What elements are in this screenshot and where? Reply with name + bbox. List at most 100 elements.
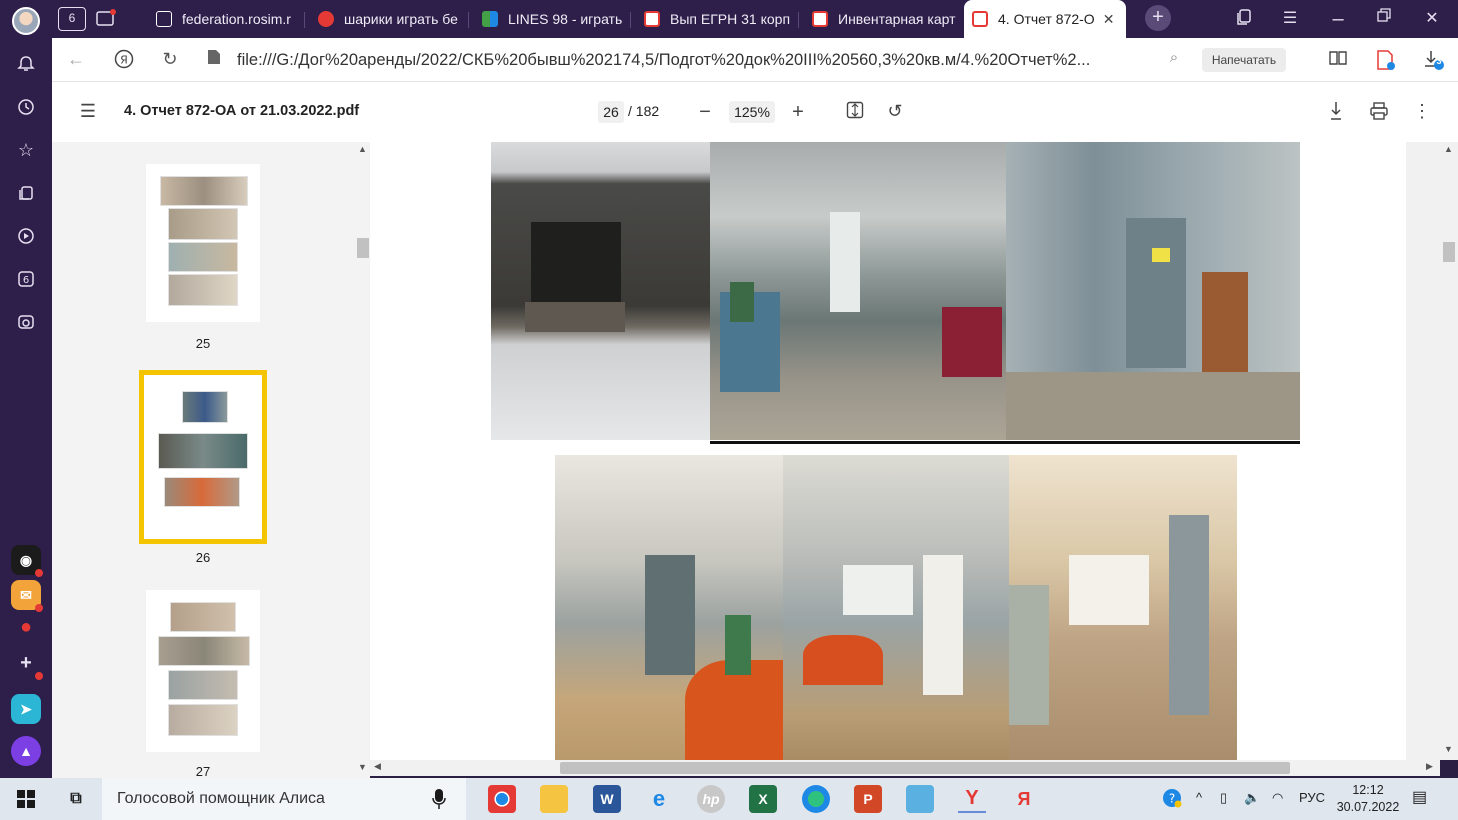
- help-icon[interactable]: ?: [1162, 788, 1182, 811]
- chrome-icon[interactable]: [488, 785, 516, 813]
- print-icon[interactable]: [1367, 101, 1391, 123]
- voice-assistant-search[interactable]: Голосовой помощник Алиса: [102, 778, 466, 820]
- scroll-up-icon[interactable]: ▲: [1444, 144, 1453, 154]
- hp-icon[interactable]: hp: [697, 785, 725, 813]
- address-bar: ← Я ↻ file:///G:/Дог%20аренды/2022/СКБ%2…: [52, 38, 1458, 82]
- tab-label: шарики играть бе: [344, 11, 458, 27]
- search-page-icon[interactable]: ⌕: [1162, 49, 1186, 71]
- print-button[interactable]: Напечатать: [1202, 48, 1286, 72]
- fit-page-icon[interactable]: [843, 101, 867, 123]
- yandex-browser-icon[interactable]: Y: [958, 785, 986, 813]
- document-vertical-scrollbar[interactable]: ▲ ▼: [1440, 142, 1458, 760]
- mail-app-icon[interactable]: ✉: [11, 580, 43, 612]
- language-indicator[interactable]: РУС: [1299, 790, 1325, 805]
- scrollbar-thumb[interactable]: [357, 238, 369, 258]
- notifications-icon[interactable]: ▤: [1412, 787, 1427, 807]
- thumbnails-scrollbar[interactable]: ▲ ▼: [354, 142, 370, 778]
- more-options-icon[interactable]: ⋮: [1410, 101, 1434, 123]
- zoom-out-minus-icon[interactable]: −: [693, 101, 717, 123]
- tab-report-active[interactable]: 4. Отчет 872-О ✕: [964, 0, 1126, 38]
- photos-app-icon[interactable]: [906, 785, 934, 813]
- screenshot-camera-icon[interactable]: [12, 308, 40, 336]
- show-hidden-icons-chevron-icon[interactable]: ^: [1196, 790, 1202, 805]
- pdf-favicon-icon: [812, 11, 828, 27]
- tab-counter-button[interactable]: 6: [58, 7, 86, 31]
- tab-shariki[interactable]: шарики играть бе: [310, 4, 462, 34]
- tab-label: Вып ЕГРН 31 корп: [670, 11, 791, 27]
- scroll-down-icon[interactable]: ▼: [358, 762, 367, 772]
- scroll-right-icon[interactable]: ▶: [1426, 761, 1433, 772]
- alice-assistant-icon[interactable]: ▲: [11, 736, 41, 766]
- scrollbar-thumb[interactable]: [560, 762, 1290, 774]
- tab-federation[interactable]: federation.rosim.r: [148, 4, 298, 34]
- lines-game-favicon-icon: [482, 11, 498, 27]
- thumbnail-page-25[interactable]: [146, 164, 260, 322]
- windows-start-icon[interactable]: [12, 785, 40, 813]
- bookmarks-star-icon[interactable]: ☆: [12, 136, 40, 164]
- reload-icon[interactable]: ↻: [158, 49, 182, 71]
- file-page-icon: [202, 49, 226, 71]
- new-tab-plus-icon[interactable]: +: [1145, 5, 1171, 31]
- task-view-icon[interactable]: ⧉: [62, 785, 90, 813]
- zoom-in-plus-icon[interactable]: +: [786, 101, 810, 123]
- powerpoint-icon[interactable]: P: [854, 785, 882, 813]
- minimize-icon[interactable]: –: [1326, 8, 1350, 30]
- system-clock[interactable]: 12:12 30.07.2022: [1336, 782, 1400, 816]
- alice-app-icon[interactable]: ◉: [11, 545, 43, 577]
- thumbnail-page-26-selected[interactable]: [139, 370, 267, 544]
- tab-inventory[interactable]: Инвентарная карт: [804, 4, 960, 34]
- add-app-icon[interactable]: +: [11, 648, 43, 680]
- restore-window-icon[interactable]: [1372, 8, 1396, 30]
- microphone-icon[interactable]: [432, 788, 446, 815]
- scroll-left-icon[interactable]: ◀: [374, 761, 381, 772]
- tab-label: federation.rosim.r: [182, 11, 291, 27]
- back-arrow-icon[interactable]: ←: [64, 49, 88, 71]
- internet-explorer-icon[interactable]: e: [645, 785, 673, 813]
- page-number-input[interactable]: 26: [598, 101, 624, 123]
- edge-icon[interactable]: [802, 785, 830, 813]
- word-icon[interactable]: W: [593, 785, 621, 813]
- document-gutter: [1406, 142, 1440, 760]
- rotate-icon[interactable]: ↺: [883, 101, 907, 123]
- pdf-extension-icon[interactable]: [1374, 49, 1398, 71]
- url-text[interactable]: file:///G:/Дог%20аренды/2022/СКБ%20бывш%…: [237, 51, 1090, 70]
- downloads-icon[interactable]: 3: [1422, 49, 1446, 71]
- network-icon[interactable]: ◠: [1272, 790, 1283, 806]
- collections-icon[interactable]: [12, 179, 40, 207]
- yandex-icon[interactable]: Я: [1010, 785, 1038, 813]
- play-video-icon[interactable]: [12, 222, 40, 250]
- menu-hamburger-icon[interactable]: ☰: [1278, 8, 1302, 30]
- bell-icon[interactable]: [12, 50, 40, 78]
- reading-mode-icon[interactable]: [1326, 49, 1350, 71]
- tab-lines98[interactable]: LINES 98 - играть: [474, 4, 624, 34]
- close-window-icon[interactable]: ✕: [1420, 8, 1444, 30]
- thumbnail-page-27[interactable]: [146, 590, 260, 752]
- battery-icon[interactable]: ▯: [1220, 790, 1227, 806]
- pdf-favicon-icon: [972, 11, 988, 27]
- volume-icon[interactable]: 🔈: [1244, 790, 1260, 806]
- file-explorer-icon[interactable]: [540, 785, 568, 813]
- history-clock-icon[interactable]: [12, 93, 40, 121]
- photo-workshop-corridor: [710, 142, 1006, 440]
- thumbnails-menu-icon[interactable]: ☰: [76, 101, 100, 123]
- tab-collections-icon[interactable]: [1232, 8, 1256, 30]
- messenger-app-icon[interactable]: ➤: [11, 694, 41, 724]
- thumbnail-label: 27: [195, 764, 211, 779]
- profile-avatar[interactable]: [12, 7, 40, 35]
- tab-egrn[interactable]: Вып ЕГРН 31 корп: [636, 4, 792, 34]
- maps-pin-icon[interactable]: ●: [11, 612, 41, 642]
- download-pdf-icon[interactable]: [1324, 101, 1348, 123]
- scrollbar-thumb[interactable]: [1443, 242, 1455, 262]
- scroll-up-icon[interactable]: ▲: [358, 144, 367, 154]
- scroll-down-icon[interactable]: ▼: [1444, 744, 1453, 754]
- excel-icon[interactable]: X: [749, 785, 777, 813]
- close-tab-icon[interactable]: ✕: [1103, 11, 1115, 28]
- clock-date: 30.07.2022: [1336, 800, 1400, 814]
- svg-text:?: ?: [1169, 792, 1175, 806]
- yandex-logo-icon[interactable]: Я: [112, 49, 136, 71]
- tab-counter-icon[interactable]: 6: [12, 265, 40, 293]
- tab-label: Инвентарная карт: [838, 11, 956, 27]
- zoom-level-input[interactable]: 125%: [729, 101, 775, 123]
- document-horizontal-scrollbar[interactable]: ◀ ▶: [370, 760, 1440, 776]
- new-window-icon[interactable]: [94, 8, 118, 30]
